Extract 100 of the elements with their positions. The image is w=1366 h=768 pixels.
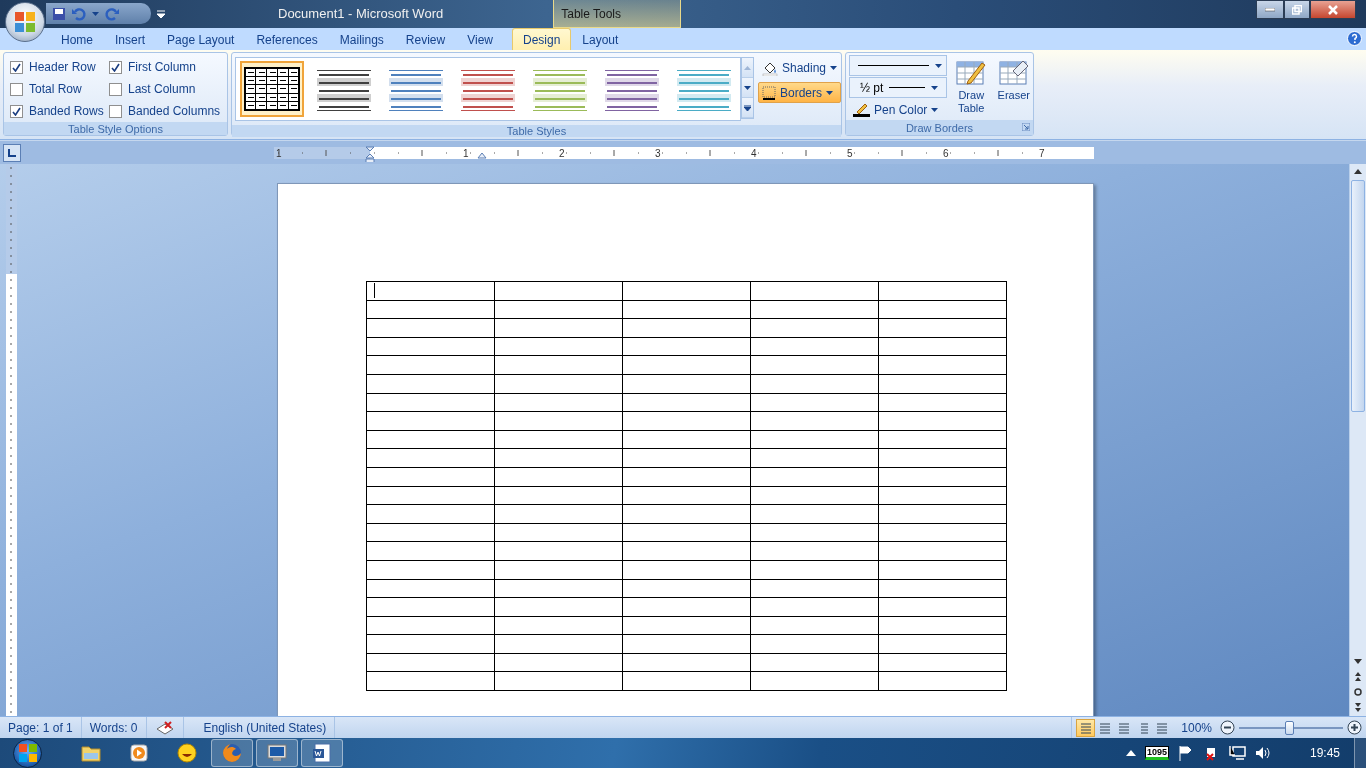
dialog-launcher-icon[interactable] <box>1022 123 1030 131</box>
close-icon <box>1328 4 1338 15</box>
document-page[interactable] <box>277 183 1094 716</box>
dropdown-arrow-icon <box>830 65 837 70</box>
ribbon-tab[interactable]: Mailings <box>328 28 395 50</box>
checkbox-option[interactable]: Total Row <box>10 78 109 100</box>
ruler-number: 1 <box>276 147 282 159</box>
zoom-slider-thumb[interactable] <box>1284 720 1294 735</box>
pen-icon <box>853 102 870 117</box>
office-button[interactable] <box>5 2 45 42</box>
group-title: Table Style Options <box>4 122 227 135</box>
smiley-icon[interactable] <box>176 743 197 763</box>
ruler-number: 1 <box>463 147 469 159</box>
line-style-dropdown[interactable] <box>849 55 947 76</box>
right-indent-icon[interactable] <box>477 152 487 158</box>
monitor-icon[interactable] <box>267 744 287 762</box>
dropdown-arrow-icon <box>826 90 833 95</box>
line-weight-dropdown[interactable]: ½ pt <box>849 77 947 98</box>
checkbox[interactable] <box>109 104 122 118</box>
checkmark-icon <box>12 106 21 116</box>
ribbon-tab[interactable]: Design <box>511 28 572 50</box>
draw-table-button[interactable]: Draw Table <box>952 53 991 120</box>
taskbar-button[interactable] <box>256 739 298 767</box>
customize-toolbar-icon[interactable] <box>157 10 165 18</box>
minimize-button[interactable] <box>1256 0 1284 19</box>
minimize-icon <box>1265 7 1275 12</box>
zoom-out-icon[interactable] <box>1220 720 1235 735</box>
checkbox[interactable] <box>10 82 23 96</box>
zoom-in-icon[interactable] <box>1347 720 1362 735</box>
horizontal-ruler[interactable]: 1 1 2 3 4 5 6 7 <box>274 143 1094 162</box>
taskbar-button[interactable] <box>301 739 343 767</box>
save-icon[interactable] <box>52 6 66 21</box>
help-icon[interactable] <box>1347 31 1362 46</box>
indent-marker-icon[interactable] <box>365 146 375 162</box>
zoom-level[interactable]: 100% <box>1181 720 1212 735</box>
speaker-icon[interactable] <box>1254 745 1271 761</box>
flag-icon[interactable] <box>1177 745 1194 761</box>
more-icon <box>743 104 751 111</box>
gallery-down-button[interactable] <box>742 78 753 98</box>
dropdown-arrow-icon <box>935 63 942 68</box>
page-view-icon <box>1079 721 1092 734</box>
tray-counter[interactable]: 1095 <box>1144 746 1169 760</box>
pen-color-button[interactable]: Pen Color <box>849 99 947 120</box>
contextual-tab-header: Table Tools <box>553 0 682 28</box>
show-hidden-icons-icon[interactable] <box>1125 750 1136 756</box>
ribbon-tab[interactable]: View <box>456 28 504 50</box>
ribbon-tab[interactable]: Page Layout <box>156 28 246 50</box>
group-title: Draw Borders <box>846 120 1033 135</box>
folder-icon[interactable] <box>80 744 101 762</box>
line-weight-icon <box>889 86 926 89</box>
checkbox[interactable] <box>109 60 122 74</box>
start-button[interactable] <box>13 738 42 768</box>
ribbon-tab[interactable]: References <box>245 28 329 50</box>
network-icon[interactable] <box>1227 745 1246 761</box>
view-button[interactable] <box>1076 718 1096 737</box>
windows-logo-icon <box>17 743 38 763</box>
clock[interactable]: 19:45 <box>1309 746 1340 760</box>
ribbon-tab[interactable]: Insert <box>104 28 157 50</box>
ruler-number: 6 <box>943 147 949 159</box>
ribbon-tab[interactable]: Layout <box>571 28 630 50</box>
checkbox-option[interactable]: Header Row <box>10 56 109 78</box>
checkbox-option[interactable]: Last Column <box>109 78 229 100</box>
dropdown-arrow-icon <box>931 107 939 112</box>
close-button[interactable] <box>1310 0 1356 19</box>
page-view-icon <box>1117 721 1130 734</box>
document-table[interactable] <box>366 281 1007 692</box>
dropdown-arrow-icon <box>743 85 751 90</box>
checkmark-icon <box>111 62 120 72</box>
scrollbar-thumb[interactable] <box>1351 180 1365 412</box>
dropdown-arrow-icon <box>931 85 939 90</box>
ribbon-tab[interactable]: Review <box>394 28 457 50</box>
document-icon[interactable] <box>312 743 332 763</box>
up-arrow-icon <box>743 65 751 70</box>
checkbox[interactable] <box>109 82 122 96</box>
checkbox-option[interactable]: Banded Rows <box>10 100 109 122</box>
ruler-number: 5 <box>847 147 853 159</box>
tab-selector-button[interactable] <box>3 143 21 162</box>
page-view-icon <box>1098 721 1111 734</box>
checkbox[interactable] <box>10 60 23 74</box>
play-icon[interactable] <box>129 744 148 762</box>
ruler-number: 7 <box>1039 147 1045 159</box>
left-tab-icon <box>8 148 16 157</box>
window-title: Document1 - Microsoft Word <box>278 5 444 23</box>
vertical-scrollbar[interactable] <box>1349 164 1366 716</box>
restore-button[interactable] <box>1284 0 1310 19</box>
office-logo-icon <box>13 10 37 34</box>
borders-button[interactable]: Borders <box>757 82 841 103</box>
shading-button[interactable]: Shading <box>757 57 841 78</box>
ribbon-tab[interactable]: Home <box>50 28 104 50</box>
checkbox-option[interactable]: First Column <box>109 56 229 78</box>
eraser-button[interactable]: Eraser <box>994 53 1033 120</box>
checkmark-icon <box>12 62 21 72</box>
checkbox[interactable] <box>10 104 23 118</box>
text-cursor <box>374 283 375 299</box>
page-view-icon <box>1155 721 1168 734</box>
globe-icon[interactable] <box>222 743 242 763</box>
ruler-number: 3 <box>655 147 661 159</box>
checkbox-option[interactable]: Banded Columns <box>109 100 229 122</box>
ruler-number: 2 <box>559 147 565 159</box>
gallery-more-button[interactable] <box>742 98 753 118</box>
